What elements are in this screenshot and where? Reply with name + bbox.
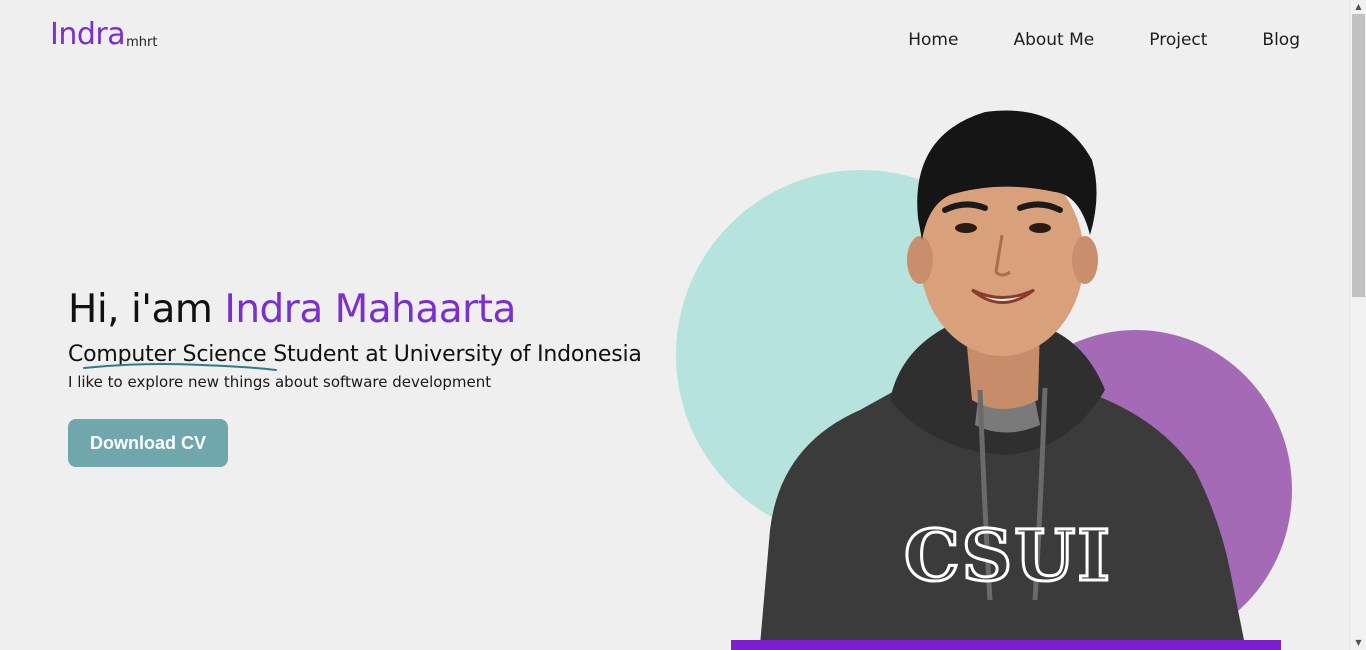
page-scrollbar[interactable]: ▲ ▼	[1349, 0, 1366, 650]
site-logo[interactable]: Indra mhrt	[50, 20, 157, 50]
shirt-text: CSUI	[904, 514, 1112, 597]
triangle-up-icon[interactable]: ▲	[1350, 0, 1366, 14]
main-nav: Home About Me Project Blog	[908, 28, 1300, 52]
nav-home[interactable]: Home	[908, 28, 958, 52]
scrollbar-thumb[interactable]	[1352, 14, 1365, 297]
nav-project[interactable]: Project	[1149, 28, 1207, 52]
hero-name: Indra Mahaarta	[224, 287, 516, 332]
hero-description: I like to explore new things about softw…	[68, 373, 492, 391]
hero-title: Hi, i'am Indra Mahaarta	[68, 286, 728, 334]
triangle-down-icon[interactable]: ▼	[1350, 636, 1366, 650]
logo-sub-text: mhrt	[126, 35, 158, 50]
nav-blog[interactable]: Blog	[1262, 28, 1300, 52]
bottom-accent-bar	[731, 640, 1281, 650]
logo-main-text: Indra	[50, 17, 126, 52]
hero-subtitle: Computer Science Student at University o…	[68, 340, 728, 371]
hero-section: Hi, i'am Indra Mahaarta Computer Science…	[68, 286, 728, 393]
hero-greeting: Hi, i'am	[68, 287, 225, 332]
download-cv-button[interactable]: Download CV	[68, 419, 228, 467]
subtitle-underline-decoration	[83, 363, 277, 371]
nav-about-me[interactable]: About Me	[1013, 28, 1094, 52]
profile-photo: CSUI	[760, 110, 1245, 645]
